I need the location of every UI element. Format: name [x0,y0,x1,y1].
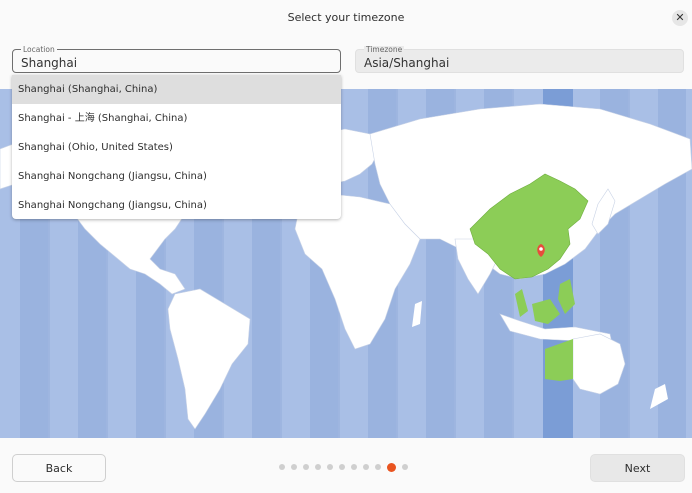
window-title: Select your timezone [287,11,405,24]
timezone-field: Timezone Asia/Shanghai [355,45,684,73]
suggestion-item[interactable]: Shanghai (Shanghai, China) [12,75,341,104]
title-bar: Select your timezone ✕ [0,0,692,36]
step-dot [327,464,333,470]
location-label: Location [21,45,57,54]
step-dot [402,464,408,470]
location-input[interactable]: Shanghai [21,56,77,70]
suggestion-item[interactable]: Shanghai - 上海 (Shanghai, China) [12,104,341,133]
close-icon[interactable]: ✕ [672,10,688,26]
next-button[interactable]: Next [590,454,685,482]
suggestion-item[interactable]: Shanghai Nongchang (Jiangsu, China) [12,162,341,191]
step-dot-active [387,462,396,472]
back-button[interactable]: Back [12,454,106,482]
location-suggestions: Shanghai (Shanghai, China) Shanghai - 上海… [12,75,341,219]
step-dot [315,464,321,470]
suggestion-item[interactable]: Shanghai (Ohio, United States) [12,133,341,162]
step-dot [279,464,285,470]
step-dot [363,464,369,470]
timezone-label: Timezone [364,45,405,54]
step-dot [291,464,297,470]
suggestion-item[interactable]: Shanghai Nongchang (Jiangsu, China) [12,191,341,220]
location-field[interactable]: Location Shanghai [12,45,341,73]
timezone-value: Asia/Shanghai [364,56,450,70]
step-dot [375,464,381,470]
step-dot [303,464,309,470]
step-dot [339,464,345,470]
step-dot [351,464,357,470]
